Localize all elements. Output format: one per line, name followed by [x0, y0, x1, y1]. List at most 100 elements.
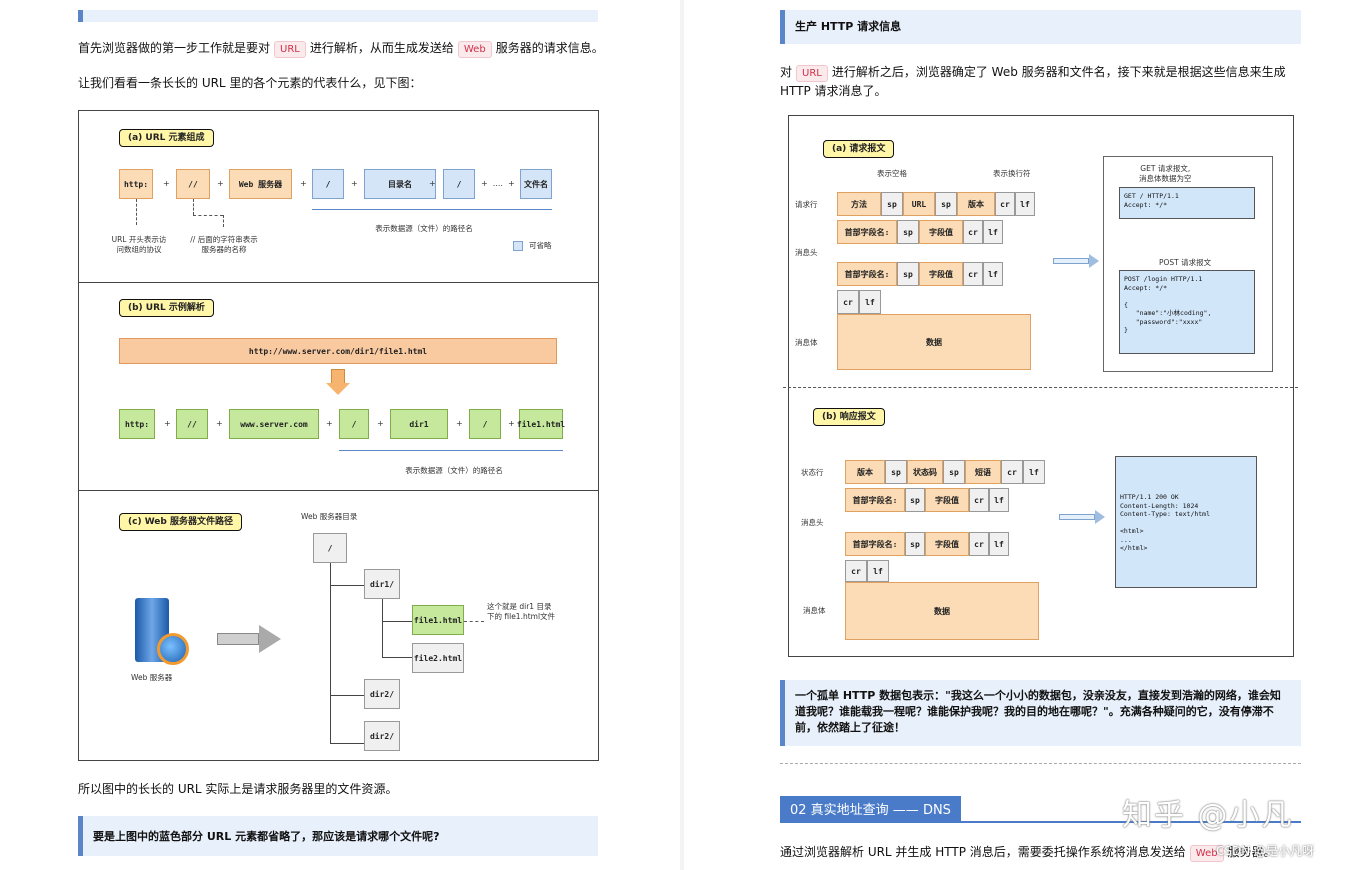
tree-node-dir2: dir2/ [364, 679, 400, 709]
req-lf: lf [859, 290, 881, 314]
dots-sign: + .... + [481, 179, 515, 188]
down-arrow-icon-head [326, 383, 350, 395]
url-tag-right: URL [796, 65, 828, 82]
req-body: 数据 [837, 314, 1031, 370]
plus-sign: + [216, 419, 223, 428]
tree-node-root: / [313, 533, 347, 563]
req-header-name: 首部字段名: [837, 220, 897, 244]
req-header-value: 字段值 [919, 262, 963, 286]
conclusion-paragraph: 所以图中的长长的 URL 实际上是请求服务器里的文件资源。 [78, 782, 398, 796]
note-http: URL 开头表示访 问数组的协议 [111, 235, 167, 254]
req-header-name: 首部字段名: [837, 262, 897, 286]
note-file1: 这个就是 dir1 目录 下的 file1.html文件 [487, 602, 556, 621]
plus-sign: + [163, 179, 170, 188]
plus-sign: + [300, 179, 307, 188]
legend-swatch [513, 241, 523, 251]
tree-line [330, 743, 364, 744]
row-label-header: 消息头 [795, 248, 818, 257]
plus-sign: + [377, 419, 384, 428]
section-heading: 02 真实地址查询 —— DNS [780, 796, 961, 821]
fig-c-label: (c) Web 服务器文件路径 [119, 513, 242, 531]
req-sp: sp [935, 192, 957, 216]
resp-header-sp: sp [905, 532, 925, 556]
url-example-box: http://www.server.com/dir1/file1.html [119, 338, 557, 364]
newline-note: 表示换行符 [993, 169, 1031, 178]
resp-header-lf: lf [989, 488, 1009, 512]
tree-line [330, 695, 364, 696]
req-lf: lf [1015, 192, 1035, 216]
resp-row-label-line: 状态行 [801, 468, 824, 477]
resp-header-value: 字段值 [925, 532, 969, 556]
intro-paragraph: 首先浏览器做的第一步工作就是要对 URL 进行解析，从而生成发送给 Web 服务器的请求… [78, 39, 638, 58]
note-connector [464, 621, 484, 622]
resp-header-lf: lf [989, 532, 1009, 556]
resp-version: 版本 [845, 460, 885, 484]
plus-sign: + [217, 179, 224, 188]
divider [79, 282, 598, 283]
server-label: Web 服务器 [131, 673, 173, 682]
figure-divider [783, 387, 1298, 388]
note-slash: // 后面的字符串表示 服务器的名称 [190, 235, 258, 254]
tree-line [382, 657, 412, 658]
url-figure: (a) URL 元素组成 http: + // + Web 服务器 + / + … [78, 110, 599, 761]
watermark: 知乎 @小凡 [1122, 798, 1294, 833]
resp-header-cr: cr [969, 488, 989, 512]
plus-sign: + [429, 179, 436, 188]
path-bracket-b [339, 450, 563, 451]
box-http-green: http: [119, 409, 155, 439]
resp-arrow-icon-head [1095, 510, 1105, 524]
quote-callout: 一个孤单 HTTP 数据包表示："我这么一个小小的数据包，没亲没友，直接发到浩瀚… [780, 680, 1301, 746]
plus-sign: + [456, 419, 463, 428]
box-directory: 目录名 [364, 169, 436, 199]
resp-header-value: 字段值 [925, 488, 969, 512]
req-header-sp: sp [897, 220, 919, 244]
req-arrow-icon-head [1089, 254, 1099, 268]
request-paragraph: 对 URL 进行解析之后，浏览器确定了 Web 服务器和文件名，接下来就是根据这些信… [780, 63, 1305, 100]
box-http: http: [119, 169, 153, 199]
see-paragraph: 让我们看看一条长长的 URL 里的各个元素的代表什么，见下图： [78, 76, 422, 90]
intro-text-3: 服务器的请求信息。 [495, 41, 604, 55]
right-arrow-icon-head [259, 625, 281, 653]
req-cr: cr [837, 290, 859, 314]
resp-lf: lf [867, 560, 889, 582]
req-header-cr: cr [963, 262, 983, 286]
box-file1-green: file1.html [517, 409, 565, 439]
resp-lf: lf [1023, 460, 1045, 484]
box-dir1-green: dir1 [390, 409, 448, 439]
post-title: POST 请求报文 [1159, 258, 1212, 267]
req-sp: sp [881, 192, 903, 216]
box-slash-2: / [443, 169, 475, 199]
req-url: URL [903, 192, 935, 216]
row-label-body: 消息体 [795, 338, 818, 347]
resp-header-sp: sp [905, 488, 925, 512]
plus-sign: + [508, 419, 515, 428]
right-arrow-icon [217, 633, 259, 645]
req-version: 版本 [957, 192, 995, 216]
path-bracket [312, 209, 552, 210]
box-web-server: Web 服务器 [229, 169, 292, 199]
box-slashes-green: // [176, 409, 208, 439]
box-slashes: // [176, 169, 210, 199]
req-header-cr: cr [963, 220, 983, 244]
tree-node-file2: file2.html [412, 643, 464, 673]
box-slash2-green: / [469, 409, 501, 439]
tree-node-file1: file1.html [412, 605, 464, 635]
question-callout: 要是上图中的蓝色部分 URL 元素都省略了，那应该是请求哪个文件呢? [78, 816, 598, 856]
right-page: 生产 HTTP 请求信息 对 URL 进行解析之后，浏览器确定了 Web 服务器和文… [684, 0, 1364, 870]
resp-code: HTTP/1.1 200 OK Content-Length: 1024 Con… [1115, 456, 1257, 588]
resp-header-cr: cr [969, 532, 989, 556]
resp-header-name: 首部字段名: [845, 488, 905, 512]
resp-cr: cr [1001, 460, 1023, 484]
plus-sign: + [326, 419, 333, 428]
req-header-sp: sp [897, 262, 919, 286]
intro-text-2: 进行解析，从而生成发送给 [309, 41, 454, 55]
tree-node-dir2b: dir2/ [364, 721, 400, 751]
resp-sp: sp [885, 460, 907, 484]
req-header-value: 字段值 [919, 220, 963, 244]
resp-header-name: 首部字段名: [845, 532, 905, 556]
resp-row-label-header: 消息头 [801, 518, 824, 527]
note-path-a: 表示数据源（文件）的路径名 [375, 224, 473, 233]
resp-row-label-body: 消息体 [803, 606, 826, 615]
resp-arrow-icon [1059, 514, 1095, 520]
fig-a-label: (a) URL 元素组成 [119, 129, 214, 147]
